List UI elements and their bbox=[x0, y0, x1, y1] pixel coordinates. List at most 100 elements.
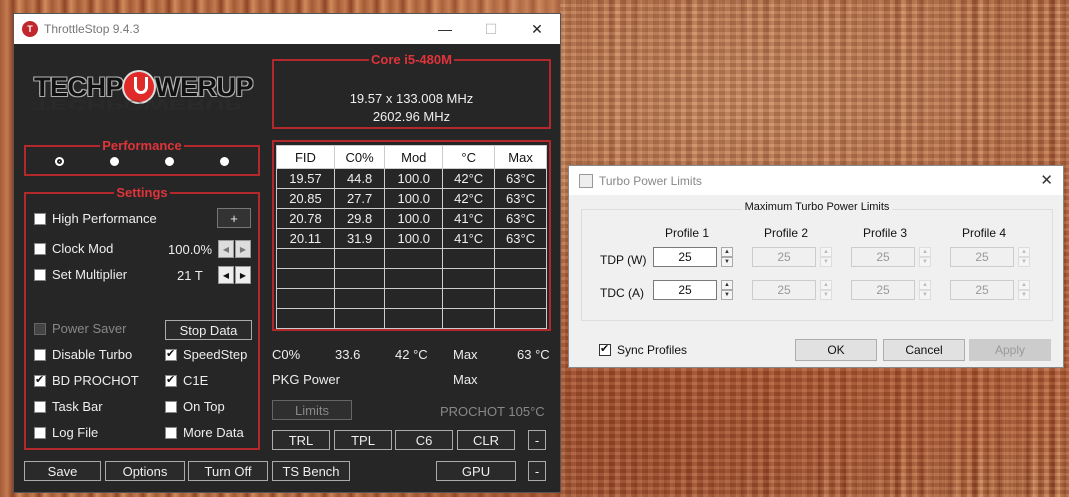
dialog-title: Turbo Power Limits bbox=[599, 173, 702, 188]
cancel-button[interactable]: Cancel bbox=[883, 339, 965, 361]
table-row: 20.85 27.7 100.0 42°C 63°C bbox=[276, 188, 547, 209]
task-bar-checkbox[interactable]: Task Bar bbox=[34, 399, 103, 414]
checkbox[interactable] bbox=[165, 347, 177, 361]
close-icon[interactable]: ✕ bbox=[514, 14, 560, 44]
sync-profiles-checkbox[interactable]: Sync Profiles bbox=[599, 342, 687, 357]
table-cell bbox=[494, 308, 547, 329]
table-cell: 20.85 bbox=[276, 188, 335, 209]
speedstep-label: SpeedStep bbox=[183, 347, 248, 362]
high-performance-checkbox[interactable]: High Performance bbox=[34, 211, 157, 226]
clock-mod-stepper[interactable]: ◀ ▶ bbox=[218, 240, 251, 258]
checkbox[interactable] bbox=[165, 400, 177, 413]
tdc-spinner-4[interactable]: ▲ ▼ bbox=[1018, 280, 1030, 300]
table-header-row: FID C0% Mod °C Max bbox=[276, 145, 547, 169]
group-title: Maximum Turbo Power Limits bbox=[741, 201, 893, 213]
table-cell: 20.11 bbox=[276, 228, 335, 249]
table-cell: 100.0 bbox=[384, 228, 444, 249]
checkbox[interactable] bbox=[34, 268, 46, 281]
checkbox[interactable] bbox=[34, 426, 46, 439]
stop-data-button[interactable]: Stop Data bbox=[165, 320, 252, 340]
clr-button[interactable]: CLR bbox=[457, 430, 515, 450]
set-multiplier-value: 21 T bbox=[177, 268, 203, 283]
tdp-spinner-4[interactable]: ▲ ▼ bbox=[1018, 247, 1030, 267]
profile-radio-4[interactable] bbox=[220, 157, 229, 166]
right-arrow-icon[interactable]: ▶ bbox=[235, 240, 251, 258]
profile-radio-2[interactable] bbox=[110, 157, 119, 166]
tdp-spinner-2[interactable]: ▲ ▼ bbox=[820, 247, 832, 267]
tdc-profile-2[interactable]: 25 bbox=[752, 280, 816, 300]
checkbox[interactable] bbox=[599, 342, 611, 356]
disable-turbo-checkbox[interactable]: Disable Turbo bbox=[34, 347, 132, 362]
core-table: FID C0% Mod °C Max 19.57 44.8 100.0 42°C 63°C 20.8… bbox=[276, 145, 547, 329]
checkbox[interactable] bbox=[165, 373, 177, 387]
tdp-profile-2[interactable]: 25 bbox=[752, 247, 816, 267]
on-top-checkbox[interactable]: On Top bbox=[165, 399, 225, 414]
tdp-profile-3[interactable]: 25 bbox=[851, 247, 915, 267]
gpu-button[interactable]: GPU bbox=[436, 461, 516, 481]
multiplier-stepper[interactable]: ◀ ▶ bbox=[218, 266, 251, 284]
checkbox[interactable] bbox=[34, 348, 46, 361]
checkbox[interactable] bbox=[34, 212, 46, 225]
save-button[interactable]: Save bbox=[24, 461, 101, 481]
logo-reflection: TECHPOWERUP bbox=[34, 97, 242, 112]
bd-prochot-checkbox[interactable]: BD PROCHOT bbox=[34, 373, 139, 388]
checkbox[interactable] bbox=[165, 426, 177, 439]
collapse-button-2[interactable]: - bbox=[528, 461, 546, 481]
package-temp: 42 °C bbox=[395, 347, 428, 362]
collapse-button[interactable]: - bbox=[528, 430, 546, 450]
table-cell: 44.8 bbox=[333, 168, 386, 189]
high-performance-label: High Performance bbox=[52, 211, 157, 226]
tdc-profile-1[interactable]: 25 bbox=[653, 280, 717, 300]
log-file-checkbox[interactable]: Log File bbox=[34, 425, 98, 440]
tdc-spinner-3[interactable]: ▲ ▼ bbox=[919, 280, 931, 300]
ts-bench-button[interactable]: TS Bench bbox=[272, 461, 350, 481]
title-bar[interactable]: T ThrottleStop 9.4.3 — ☐ ✕ bbox=[14, 14, 560, 44]
more-data-checkbox[interactable]: More Data bbox=[165, 425, 244, 440]
checkbox[interactable] bbox=[34, 373, 46, 387]
limits-button[interactable]: Limits bbox=[272, 400, 352, 420]
options-button[interactable]: Options bbox=[105, 461, 185, 481]
tpl-button[interactable]: TPL bbox=[334, 430, 392, 450]
left-arrow-icon[interactable]: ◀ bbox=[218, 266, 234, 284]
table-cell bbox=[442, 288, 496, 309]
table-row: 20.11 31.9 100.0 41°C 63°C bbox=[276, 228, 547, 249]
c0-label: C0% bbox=[272, 347, 301, 362]
power-saver-checkbox[interactable]: Power Saver bbox=[34, 321, 126, 336]
checkbox[interactable] bbox=[34, 400, 46, 413]
plus-button[interactable]: + bbox=[217, 208, 251, 228]
set-multiplier-checkbox[interactable]: Set Multiplier bbox=[34, 267, 127, 282]
c6-button[interactable]: C6 bbox=[395, 430, 453, 450]
c0-value: 33.6 bbox=[335, 347, 361, 362]
clock-mod-checkbox[interactable]: Clock Mod bbox=[34, 241, 113, 256]
tdp-profile-4[interactable]: 25 bbox=[950, 247, 1014, 267]
apply-button[interactable]: Apply bbox=[969, 339, 1051, 361]
table-cell: 20.78 bbox=[276, 208, 335, 229]
c1e-checkbox[interactable]: C1E bbox=[165, 373, 208, 388]
ok-button[interactable]: OK bbox=[795, 339, 877, 361]
table-cell bbox=[384, 308, 444, 329]
turn-off-button[interactable]: Turn Off bbox=[188, 461, 268, 481]
profile-header-1: Profile 1 bbox=[665, 226, 710, 240]
speedstep-checkbox[interactable]: SpeedStep bbox=[165, 347, 247, 362]
tdc-spinner-1[interactable]: ▲ ▼ bbox=[721, 280, 733, 300]
right-arrow-icon[interactable]: ▶ bbox=[235, 266, 251, 284]
minimize-icon[interactable]: — bbox=[422, 14, 468, 44]
profile-radio-3[interactable] bbox=[165, 157, 174, 166]
tdc-spinner-2[interactable]: ▲ ▼ bbox=[820, 280, 832, 300]
profile-radio-1[interactable] bbox=[55, 157, 64, 166]
tdc-profile-3[interactable]: 25 bbox=[851, 280, 915, 300]
maximize-icon[interactable]: ☐ bbox=[468, 14, 514, 44]
tdp-spinner-3[interactable]: ▲ ▼ bbox=[919, 247, 931, 267]
tdp-profile-1[interactable]: 25 bbox=[653, 247, 717, 267]
left-arrow-icon[interactable]: ◀ bbox=[218, 240, 234, 258]
dialog-close-icon[interactable]: ✕ bbox=[1040, 171, 1053, 189]
tdc-profile-4[interactable]: 25 bbox=[950, 280, 1014, 300]
dialog-title-bar[interactable]: Turbo Power Limits ✕ bbox=[569, 166, 1063, 195]
checkbox[interactable] bbox=[34, 242, 46, 255]
checkbox[interactable] bbox=[34, 322, 46, 335]
trl-button[interactable]: TRL bbox=[272, 430, 330, 450]
window-title: ThrottleStop 9.4.3 bbox=[44, 22, 140, 36]
tdc-label: TDC (A) bbox=[600, 286, 644, 300]
tdp-spinner-1[interactable]: ▲ ▼ bbox=[721, 247, 733, 267]
table-cell: 63°C bbox=[494, 228, 547, 249]
